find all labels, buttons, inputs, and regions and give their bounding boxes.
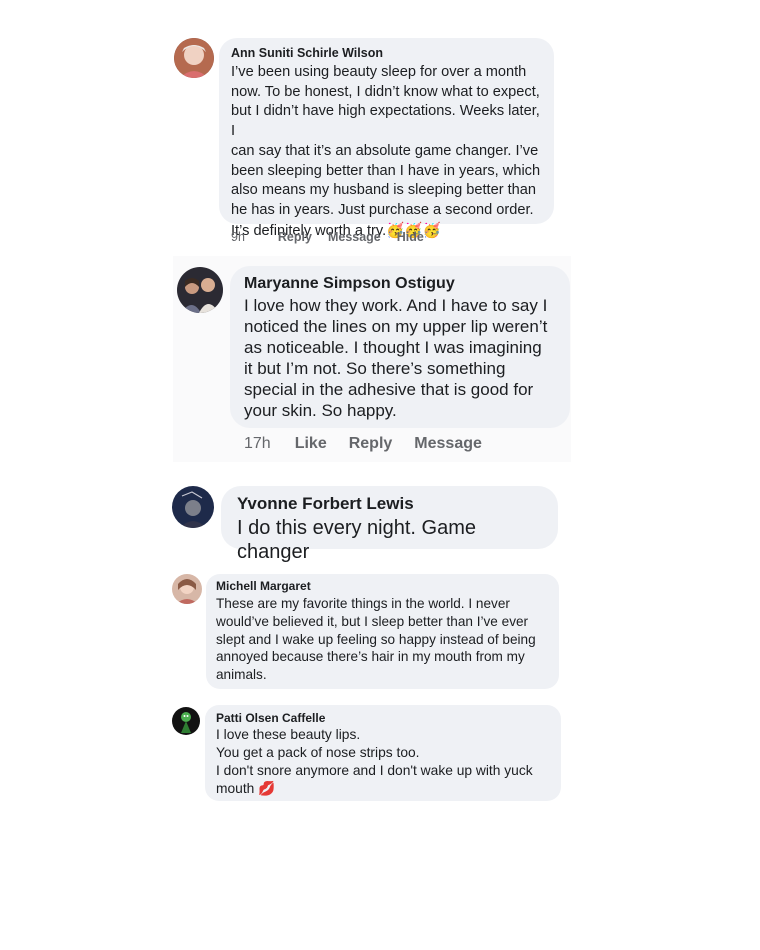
profile-photo-icon bbox=[172, 707, 200, 735]
avatar-maryanne-simpson-ostiguy[interactable] bbox=[177, 267, 223, 313]
comment-bubble: Maryanne Simpson Ostiguy I love how they… bbox=[230, 266, 570, 428]
comment-timestamp[interactable]: 17h bbox=[244, 435, 271, 453]
comment-bubble: Yvonne Forbert Lewis I do this every nig… bbox=[221, 486, 558, 563]
comment-text: I do this every night. Game changer bbox=[237, 517, 477, 563]
comment-bubble: Patti Olsen Caffelle I love these beauty… bbox=[205, 705, 561, 801]
comment-text: I love how they work. And I have to say … bbox=[244, 296, 548, 420]
hide-button[interactable]: Hide bbox=[397, 230, 424, 244]
comment-author[interactable]: Ann Suniti Schirle Wilson bbox=[231, 46, 542, 60]
comment-actions: 9h Reply Message Hide bbox=[231, 228, 440, 246]
comment-bubble: Michell Margaret These are my favorite t… bbox=[206, 574, 559, 689]
profile-photo-icon bbox=[172, 486, 214, 528]
comment-author[interactable]: Maryanne Simpson Ostiguy bbox=[244, 274, 556, 293]
comment-bubble: Ann Suniti Schirle Wilson I’ve been usin… bbox=[219, 38, 554, 239]
avatar-ann-suniti-schirle-wilson[interactable] bbox=[174, 38, 214, 78]
comment-author[interactable]: Yvonne Forbert Lewis bbox=[237, 494, 542, 514]
like-button[interactable]: Like bbox=[295, 435, 327, 453]
comment-text: These are my favorite things in the worl… bbox=[216, 596, 536, 683]
comment-text: I’ve been using beauty sleep for over a … bbox=[231, 64, 541, 239]
avatar-yvonne-forbert-lewis[interactable] bbox=[172, 486, 214, 528]
comment-timestamp[interactable]: 9h bbox=[231, 230, 245, 244]
profile-photo-icon bbox=[172, 574, 202, 604]
message-button[interactable]: Message bbox=[328, 230, 381, 244]
comment-actions: 17h Like Reply Message bbox=[244, 434, 482, 454]
reply-button[interactable]: Reply bbox=[349, 435, 393, 453]
avatar-michell-margaret[interactable] bbox=[172, 574, 202, 604]
reply-button[interactable]: Reply bbox=[278, 230, 312, 244]
kiss-mark-emoji: 💋 bbox=[258, 781, 276, 797]
comment-author[interactable]: Michell Margaret bbox=[216, 580, 549, 593]
profile-photo-icon bbox=[177, 267, 223, 313]
comment-text: I love these beauty lips. You get a pack… bbox=[216, 727, 533, 797]
profile-photo-icon bbox=[174, 38, 214, 78]
avatar-patti-olsen-caffelle[interactable] bbox=[172, 707, 200, 735]
comment-author[interactable]: Patti Olsen Caffelle bbox=[216, 711, 550, 725]
message-button[interactable]: Message bbox=[414, 435, 482, 453]
